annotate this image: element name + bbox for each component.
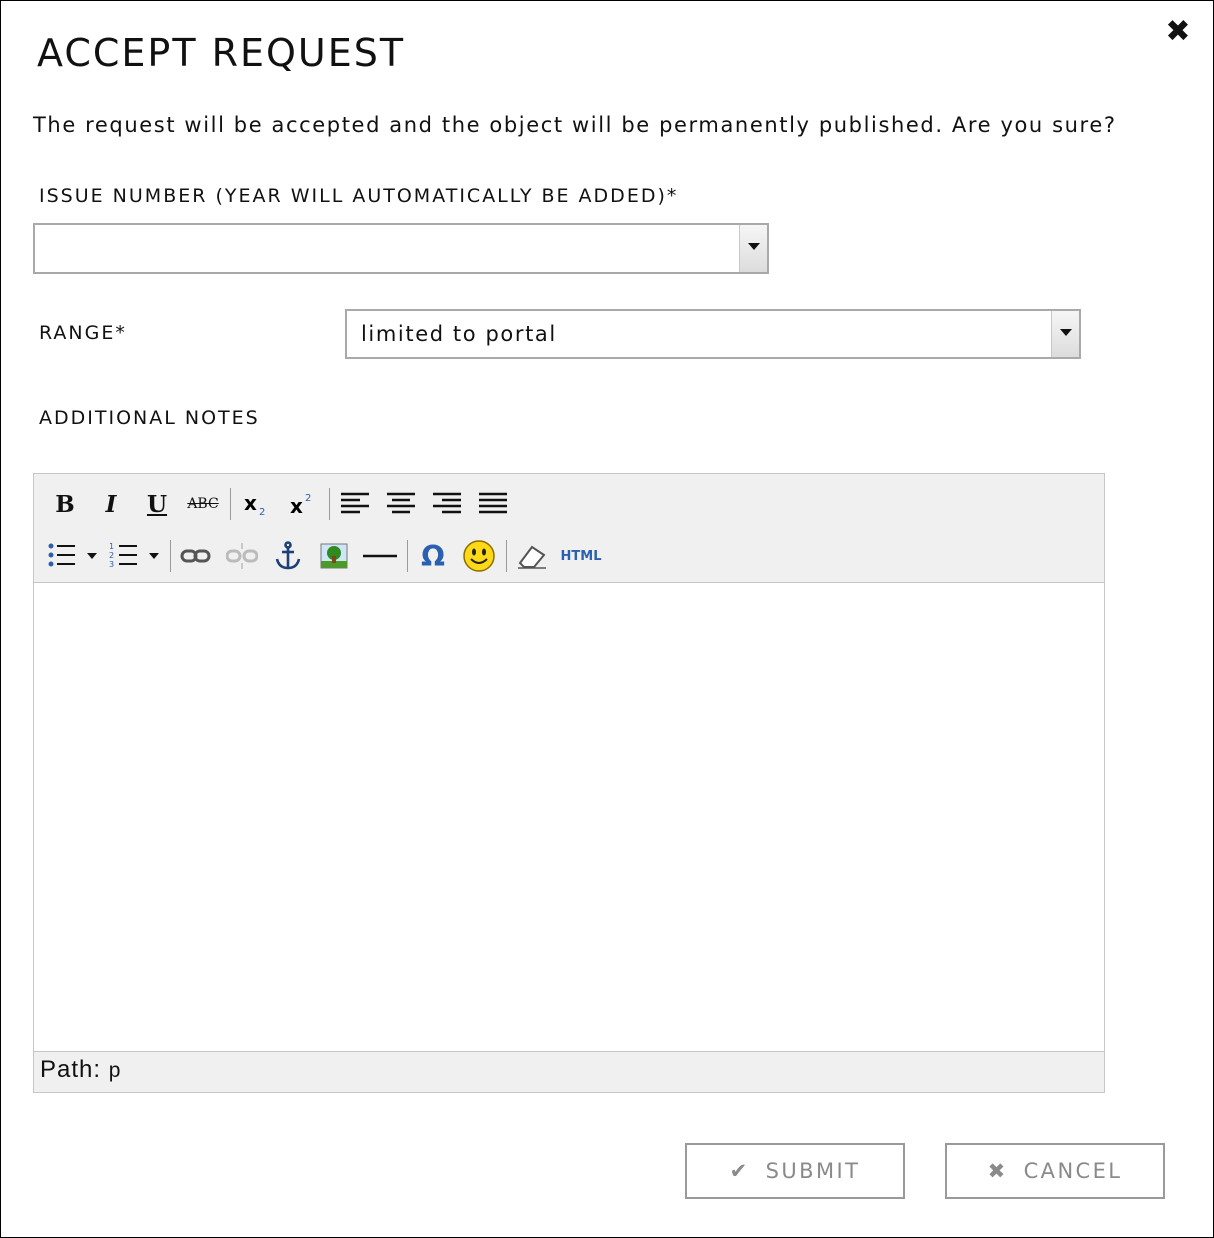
- link-icon[interactable]: [177, 538, 215, 574]
- submit-label: SUBMIT: [765, 1159, 861, 1183]
- bullet-list-icon[interactable]: [46, 538, 100, 574]
- svg-text:1: 1: [109, 542, 114, 551]
- accept-request-dialog: ACCEPT REQUEST ✖ The request will be acc…: [0, 0, 1214, 1238]
- toolbar-separator: [230, 488, 231, 520]
- additional-notes-label: ADDITIONAL NOTES: [39, 407, 260, 429]
- svg-text:2: 2: [305, 493, 311, 504]
- clear-format-icon[interactable]: [513, 538, 551, 574]
- horizontal-rule-icon[interactable]: [361, 538, 399, 574]
- special-char-icon[interactable]: Ω: [414, 538, 452, 574]
- editor-path-statusbar: Path: p: [40, 1056, 121, 1084]
- underline-icon[interactable]: U: [138, 486, 176, 522]
- image-icon[interactable]: [315, 538, 353, 574]
- svg-text:x: x: [290, 494, 303, 517]
- cancel-label: CANCEL: [1023, 1159, 1123, 1183]
- emoticon-icon[interactable]: [460, 538, 498, 574]
- toolbar-separator: [170, 540, 171, 572]
- notes-edit-area[interactable]: [34, 582, 1104, 1052]
- confirmation-message: The request will be accepted and the obj…: [33, 113, 1117, 137]
- path-value[interactable]: p: [109, 1059, 122, 1082]
- issue-number-label: ISSUE NUMBER (YEAR WILL AUTOMATICALLY BE…: [39, 185, 679, 207]
- anchor-icon[interactable]: [269, 538, 307, 574]
- range-label: RANGE*: [39, 322, 127, 344]
- rich-text-editor: B I U ABC x2 x2 1 2 3 Ω HTML Path: p: [33, 473, 1105, 1093]
- toolbar-separator: [506, 540, 507, 572]
- cancel-x-icon: ✖: [987, 1159, 1008, 1183]
- cancel-button[interactable]: ✖ CANCEL: [945, 1143, 1165, 1199]
- issue-number-select[interactable]: [33, 223, 769, 274]
- svg-text:2: 2: [109, 551, 114, 560]
- bold-icon[interactable]: B: [46, 486, 84, 522]
- chevron-down-icon[interactable]: [1051, 311, 1079, 357]
- superscript-icon[interactable]: x2: [283, 486, 321, 522]
- submit-button[interactable]: ✔ SUBMIT: [685, 1143, 905, 1199]
- svg-text:2: 2: [259, 507, 265, 517]
- editor-toolbar-row-1: B I U ABC x2 x2: [46, 484, 520, 524]
- path-label: Path:: [40, 1056, 102, 1083]
- dialog-title: ACCEPT REQUEST: [37, 31, 406, 75]
- align-justify-icon[interactable]: [474, 486, 512, 522]
- unlink-icon[interactable]: [223, 538, 261, 574]
- editor-toolbar-row-2: 123 Ω HTML: [46, 536, 611, 576]
- align-left-icon[interactable]: [336, 486, 374, 522]
- svg-text:3: 3: [109, 560, 114, 569]
- subscript-icon[interactable]: x2: [237, 486, 275, 522]
- italic-icon[interactable]: I: [92, 486, 130, 522]
- align-center-icon[interactable]: [382, 486, 420, 522]
- toolbar-separator: [329, 488, 330, 520]
- chevron-down-icon[interactable]: [739, 225, 767, 272]
- range-value: limited to portal: [361, 322, 557, 346]
- strikethrough-icon[interactable]: ABC: [184, 486, 222, 522]
- align-right-icon[interactable]: [428, 486, 466, 522]
- close-icon[interactable]: ✖: [1163, 15, 1193, 49]
- svg-text:x: x: [244, 491, 257, 515]
- check-icon: ✔: [729, 1159, 750, 1183]
- range-select[interactable]: limited to portal: [345, 309, 1081, 359]
- html-source-icon[interactable]: HTML: [559, 538, 603, 574]
- numbered-list-icon[interactable]: 123: [108, 538, 162, 574]
- toolbar-separator: [407, 540, 408, 572]
